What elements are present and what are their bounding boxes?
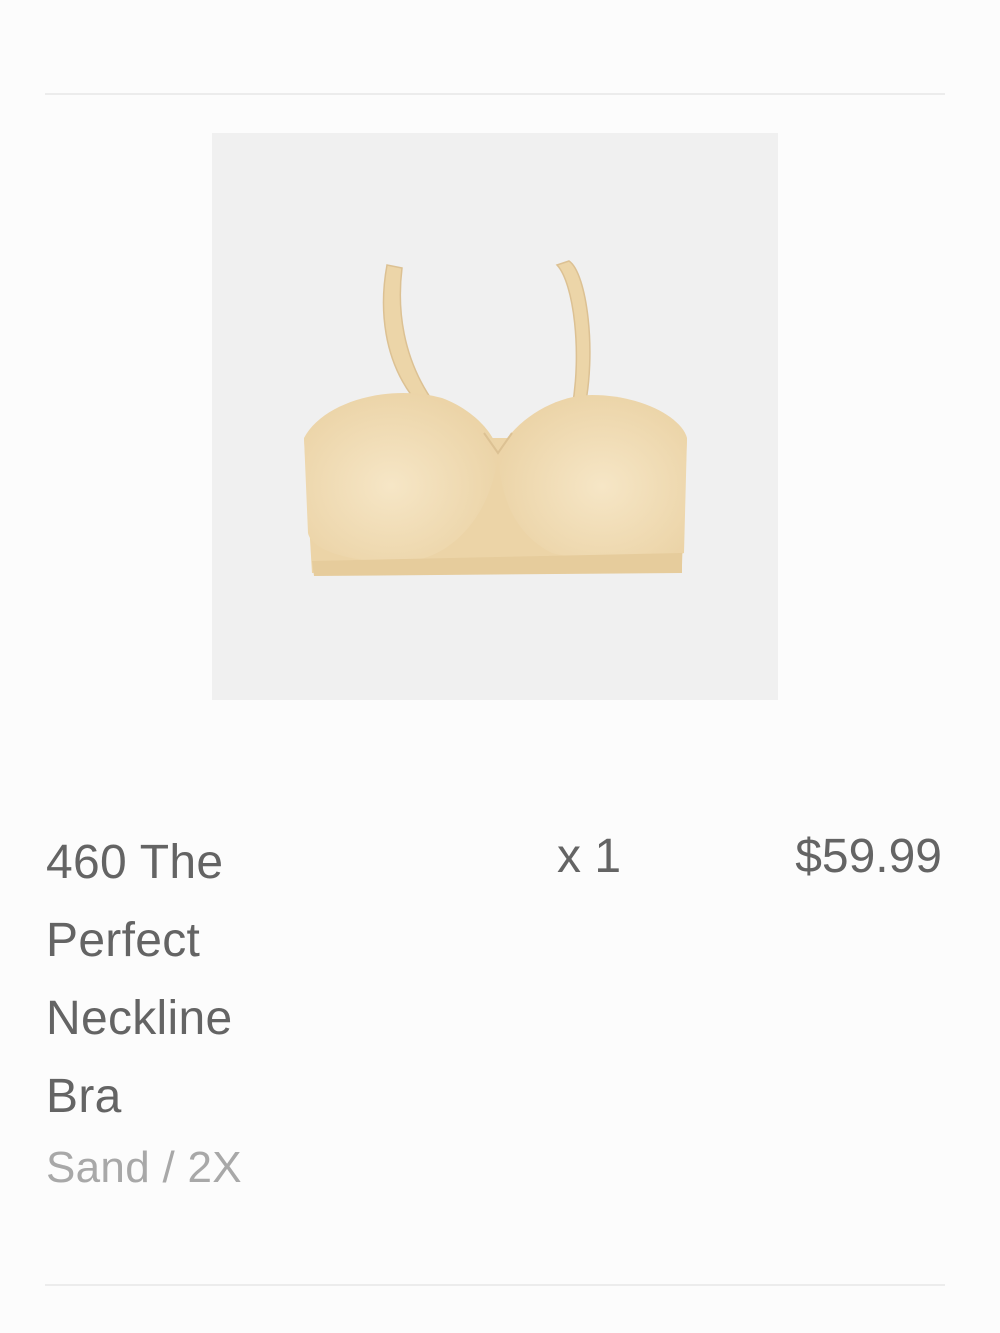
cart-item-page: 460 The Perfect Neckline Bra Sand / 2X x… xyxy=(0,0,1000,1333)
product-quantity: x 1 xyxy=(557,830,622,883)
product-price: $59.99 xyxy=(795,830,942,883)
right-strap xyxy=(555,260,591,412)
bra-product-photo xyxy=(304,260,687,576)
bottom-divider xyxy=(45,1284,945,1286)
product-variant: Sand / 2X xyxy=(46,1143,242,1192)
product-image[interactable] xyxy=(212,133,778,700)
top-divider xyxy=(45,93,945,95)
left-strap xyxy=(382,264,436,409)
product-name[interactable]: 460 The Perfect Neckline Bra xyxy=(46,824,306,1136)
